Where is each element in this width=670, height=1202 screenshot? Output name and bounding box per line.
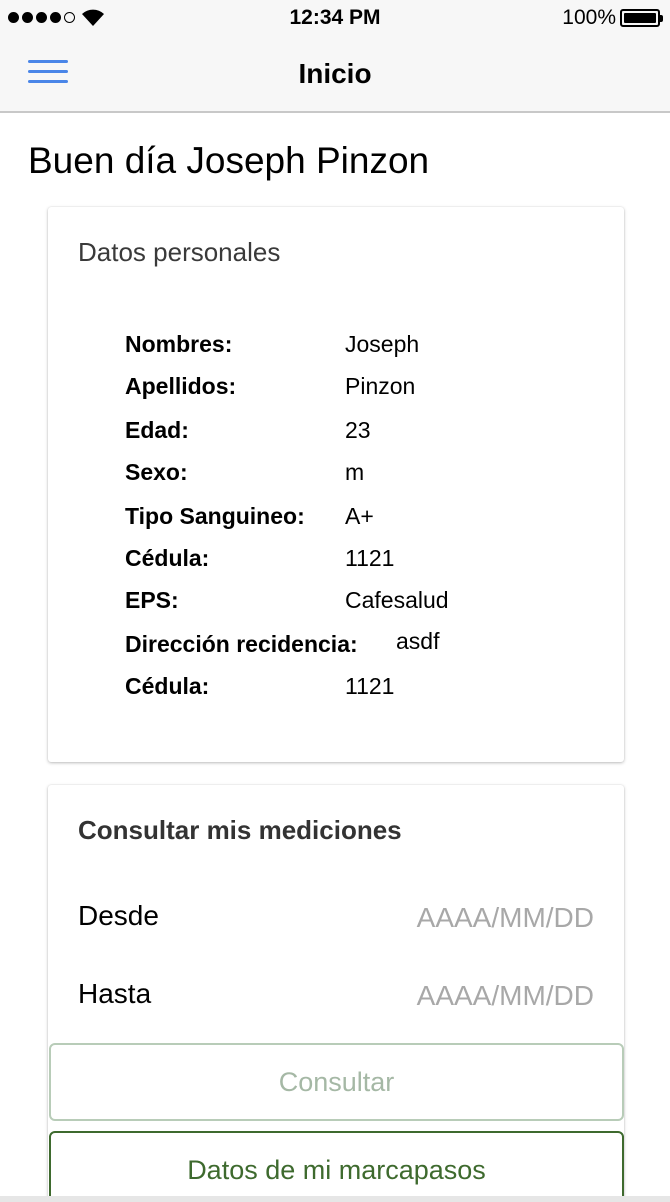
info-value: Joseph (345, 331, 420, 357)
navigation-bar: Inicio (0, 36, 670, 113)
from-date-row: Desde (78, 900, 594, 940)
status-bar: 12:34 PM 100% (0, 0, 670, 36)
nav-title: Inicio (298, 58, 372, 89)
info-value: Pinzon (345, 373, 416, 399)
to-date-row: Hasta (78, 978, 594, 1018)
info-row-apellidos: Apellidos: Pinzon (125, 373, 605, 403)
measurements-query-title: Consultar mis mediciones (78, 815, 402, 845)
from-date-label: Desde (78, 900, 159, 931)
consult-button[interactable]: Consultar (49, 1043, 624, 1121)
from-date-input[interactable] (354, 900, 594, 936)
info-value: m (345, 459, 365, 485)
info-value: Cafesalud (345, 587, 449, 613)
info-row-sexo: Sexo: m (125, 459, 605, 489)
info-row-cedula: Cédula: 1121 (125, 545, 605, 575)
battery-percent: 100% (562, 6, 616, 29)
info-label: Tipo Sanguineo: (125, 503, 305, 529)
info-row-direccion: Dirección recidencia: asdf (125, 628, 605, 661)
greeting-heading: Buen día Joseph Pinzon (28, 140, 430, 181)
info-row-cedula-2: Cédula: 1121 (125, 673, 605, 703)
info-label: Nombres: (125, 331, 233, 357)
info-value: 23 (345, 417, 371, 443)
to-date-label: Hasta (78, 978, 152, 1009)
info-row-edad: Edad: 23 (125, 417, 605, 447)
info-value: 1121 (345, 545, 395, 571)
pacemaker-data-button[interactable]: Datos de mi marcapasos (49, 1131, 624, 1202)
info-label: Dirección recidencia: (125, 631, 358, 657)
info-row-eps: EPS: Cafesalud (125, 587, 605, 617)
battery-icon (620, 9, 663, 27)
info-row-nombres: Nombres: Joseph (125, 331, 605, 361)
personal-data-title: Datos personales (78, 237, 281, 267)
info-value: A+ (345, 503, 374, 529)
bottom-edge (0, 1196, 670, 1202)
info-label: EPS: (125, 587, 179, 613)
info-label: Apellidos: (125, 373, 237, 399)
info-value: 1121 (345, 673, 395, 699)
info-label: Cédula: (125, 673, 210, 699)
to-date-input[interactable] (354, 978, 594, 1014)
personal-data-card: Datos personales Nombres: Joseph Apellid… (48, 207, 624, 762)
info-label: Edad: (125, 417, 189, 443)
info-row-tipo-sanguineo: Tipo Sanguineo: A+ (125, 503, 605, 533)
info-value: asdf (396, 628, 440, 654)
info-label: Cédula: (125, 545, 210, 571)
info-label: Sexo: (125, 459, 188, 485)
